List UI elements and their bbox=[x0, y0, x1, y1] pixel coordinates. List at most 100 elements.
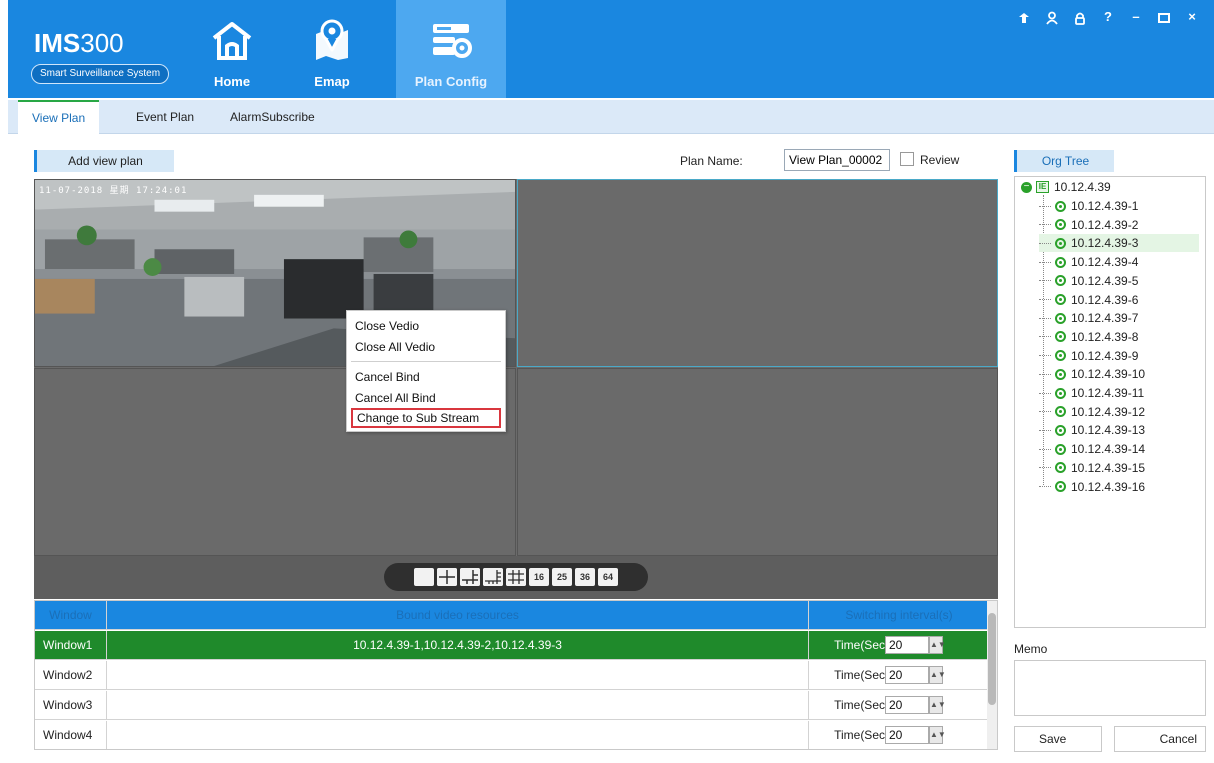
table-row[interactable]: Window3 Time(Sec 20 ▲▼ bbox=[35, 691, 989, 720]
time-label: Time(Sec bbox=[834, 698, 885, 712]
tree-branch-line bbox=[1039, 467, 1051, 469]
spinner-icon[interactable]: ▲▼ bbox=[929, 726, 946, 744]
interval-cell: Time(Sec 20 ▲▼ bbox=[809, 721, 989, 749]
save-button[interactable]: Save bbox=[1014, 726, 1102, 752]
resources-cell bbox=[107, 721, 809, 749]
tree-branch-line bbox=[1039, 392, 1051, 394]
time-label: Time(Sec bbox=[834, 638, 885, 652]
menu-cancel-bind[interactable]: Cancel Bind bbox=[351, 367, 420, 387]
review-label: Review bbox=[920, 153, 960, 167]
menu-close-video[interactable]: Close Vedio bbox=[351, 316, 419, 336]
layout-64-button[interactable]: 64 bbox=[598, 568, 618, 586]
interval-input[interactable]: 20 bbox=[885, 636, 929, 654]
tree-item-camera[interactable]: 10.12.4.39-9 bbox=[1039, 347, 1138, 365]
col-header-resources: Bound video resources bbox=[107, 601, 809, 629]
interval-input[interactable]: 20 bbox=[885, 666, 929, 684]
video-window-2[interactable] bbox=[517, 179, 998, 367]
window-cell: Window3 bbox=[35, 691, 107, 719]
spinner-icon[interactable]: ▲▼ bbox=[929, 696, 946, 714]
lock-icon[interactable] bbox=[1066, 8, 1094, 28]
table-scrollbar[interactable] bbox=[987, 601, 997, 749]
user-icon[interactable] bbox=[1038, 8, 1066, 28]
device-icon: IE bbox=[1036, 181, 1049, 193]
layout-8-button[interactable] bbox=[483, 568, 503, 586]
menu-close-all-video[interactable]: Close All Vedio bbox=[351, 337, 435, 357]
nav-home[interactable]: Home bbox=[196, 0, 268, 98]
tree-item-camera[interactable]: 10.12.4.39-6 bbox=[1039, 291, 1138, 309]
menu-cancel-all-bind[interactable]: Cancel All Bind bbox=[351, 388, 436, 408]
tree-branch-line bbox=[1039, 486, 1051, 487]
plan-name-input[interactable] bbox=[784, 149, 890, 171]
tree-branch-line bbox=[1039, 429, 1051, 431]
spinner-icon[interactable]: ▲▼ bbox=[929, 666, 946, 684]
layout-9-button[interactable] bbox=[506, 568, 526, 586]
tree-item-camera[interactable]: 10.12.4.39-5 bbox=[1039, 272, 1138, 290]
video-wall: 11-07-2018 星期 17:24:01 Close Vedio Close… bbox=[34, 179, 998, 599]
tree-item-label: 10.12.4.39-13 bbox=[1071, 423, 1146, 438]
camera-icon bbox=[1055, 443, 1066, 455]
video-window-4[interactable] bbox=[517, 368, 998, 556]
tree-branch-line bbox=[1039, 299, 1051, 300]
layout-toolbar: 16 25 36 64 bbox=[384, 563, 648, 591]
osd-timestamp: 11-07-2018 星期 17:24:01 bbox=[39, 186, 188, 196]
scrollbar-thumb[interactable] bbox=[988, 613, 996, 705]
help-icon[interactable]: ? bbox=[1094, 8, 1122, 28]
org-tree-title: Org Tree bbox=[1014, 150, 1114, 172]
tree-item-camera[interactable]: 10.12.4.39-16 bbox=[1039, 478, 1145, 496]
collapse-icon[interactable]: − bbox=[1021, 181, 1032, 193]
menu-change-to-sub-stream[interactable]: Change to Sub Stream bbox=[351, 408, 501, 428]
camera-icon bbox=[1055, 406, 1066, 418]
camera-icon bbox=[1055, 219, 1066, 231]
tab-alarm-subscribe[interactable]: AlarmSubscribe bbox=[230, 100, 315, 134]
tree-item-camera[interactable]: 10.12.4.39-12 bbox=[1039, 403, 1145, 421]
tab-view-plan[interactable]: View Plan bbox=[18, 100, 100, 134]
tree-item-camera[interactable]: 10.12.4.39-15 bbox=[1039, 459, 1145, 477]
review-checkbox[interactable] bbox=[900, 152, 914, 166]
layout-6-button[interactable] bbox=[460, 568, 480, 586]
app-title-main: IMS bbox=[34, 28, 81, 58]
tree-item-label: 10.12.4.39-8 bbox=[1071, 329, 1139, 344]
interval-cell: Time(Sec 20 ▲▼ bbox=[809, 691, 989, 719]
tree-item-camera[interactable]: 10.12.4.39-11 bbox=[1039, 384, 1144, 402]
interval-input[interactable]: 20 bbox=[885, 726, 929, 744]
table-row[interactable]: Window4 Time(Sec 20 ▲▼ bbox=[35, 721, 989, 749]
tree-item-camera[interactable]: 10.12.4.39-7 bbox=[1039, 309, 1138, 327]
pin-icon[interactable] bbox=[1010, 8, 1038, 28]
tree-item-camera[interactable]: 10.12.4.39-13 bbox=[1039, 421, 1145, 439]
app-subtitle: Smart Surveillance System bbox=[31, 64, 170, 84]
layout-25-button[interactable]: 25 bbox=[552, 568, 572, 586]
table-row[interactable]: Window2 Time(Sec 20 ▲▼ bbox=[35, 661, 989, 690]
window-controls: ? – × bbox=[1010, 8, 1206, 28]
tree-item-camera[interactable]: 10.12.4.39-2 bbox=[1039, 216, 1138, 234]
nav-plan-config[interactable]: Plan Config bbox=[396, 0, 506, 98]
layout-1-button[interactable] bbox=[414, 568, 434, 586]
tab-event-plan[interactable]: Event Plan bbox=[136, 100, 194, 134]
camera-icon bbox=[1055, 331, 1066, 343]
tree-item-camera[interactable]: 10.12.4.39-14 bbox=[1039, 440, 1145, 458]
tree-item-camera[interactable]: 10.12.4.39-3 bbox=[1039, 234, 1199, 253]
col-header-interval: Switching interval(s) bbox=[845, 608, 953, 622]
interval-input[interactable]: 20 bbox=[885, 696, 929, 714]
memo-textarea[interactable] bbox=[1014, 660, 1206, 716]
tree-item-camera[interactable]: 10.12.4.39-4 bbox=[1039, 253, 1138, 271]
tree-item-camera[interactable]: 10.12.4.39-10 bbox=[1039, 365, 1145, 383]
add-view-plan-button[interactable]: Add view plan bbox=[34, 150, 174, 172]
tree-item-camera[interactable]: 10.12.4.39-1 bbox=[1039, 197, 1138, 215]
tree-item-camera[interactable]: 10.12.4.39-8 bbox=[1039, 328, 1138, 346]
layout-36-button[interactable]: 36 bbox=[575, 568, 595, 586]
context-menu: Close Vedio Close All Vedio Cancel Bind … bbox=[346, 310, 506, 432]
cancel-button[interactable]: Cancel bbox=[1114, 726, 1206, 752]
tree-root-node[interactable]: − IE 10.12.4.39 bbox=[1021, 179, 1111, 195]
plan-config-icon bbox=[433, 24, 472, 58]
maximize-icon[interactable] bbox=[1150, 8, 1178, 28]
close-icon[interactable]: × bbox=[1178, 8, 1206, 28]
minimize-icon[interactable]: – bbox=[1122, 8, 1150, 28]
memo-label: Memo bbox=[1014, 642, 1048, 656]
table-row[interactable]: Window1 10.12.4.39-1,10.12.4.39-2,10.12.… bbox=[35, 631, 989, 660]
tree-branch-line bbox=[1039, 224, 1051, 226]
camera-icon bbox=[1055, 237, 1066, 249]
spinner-icon[interactable]: ▲▼ bbox=[929, 636, 946, 654]
layout-4-button[interactable] bbox=[437, 568, 457, 586]
nav-emap[interactable]: Emap bbox=[296, 0, 368, 98]
layout-16-button[interactable]: 16 bbox=[529, 568, 549, 586]
